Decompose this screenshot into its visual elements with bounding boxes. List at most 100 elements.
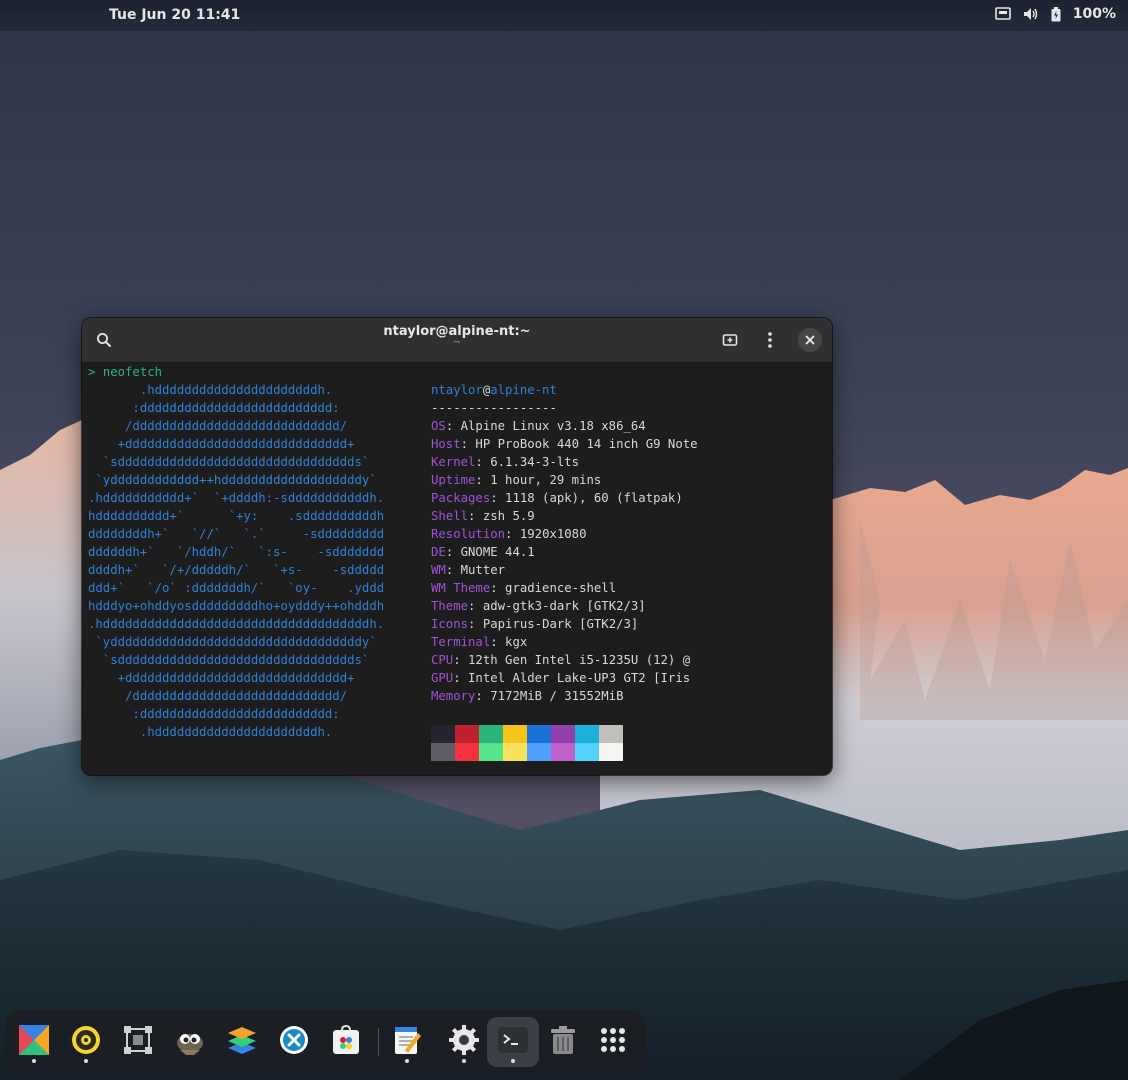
color-swatch [551,743,575,761]
info-row: Uptime: 1 hour, 29 mins [431,471,601,489]
ascii-logo-line: ddddh+` `/+/dddddh/` `+s- -sddddd [88,563,385,577]
separator-line: ----------------- [431,401,557,415]
close-icon [805,335,815,345]
color-swatch [479,725,503,743]
prompt-symbol: > [88,365,96,379]
info-value: : GNOME 44.1 [445,545,535,559]
info-row: Terminal: kgx [431,633,527,651]
info-value: : Intel Alder Lake-UP3 GT2 [Iris [453,671,691,685]
terminal-icon[interactable] [497,1024,529,1056]
info-value: : Papirus-Dark [GTK2/3] [468,617,639,631]
command-text: neofetch [102,365,163,379]
code-editor-icon[interactable] [278,1024,310,1056]
color-swatch [575,743,599,761]
terminal-headerbar[interactable]: ntaylor@alpine-nt:~ ~ [82,318,832,363]
username: ntaylor [431,383,483,397]
user-host-line: ntaylor@alpine-nt [431,381,557,399]
color-swatch [527,725,551,743]
ascii-logo-line: `ydddddddddddd++hdddddddddddddddddddy` [88,473,377,487]
color-swatch [599,725,623,743]
info-label: Resolution [431,527,506,541]
ascii-logo-line: ddd+` `/o` :dddddddh/` `oy- .yddd [88,581,385,595]
menu-button[interactable] [758,328,782,352]
ascii-logo-line: .hddddddddddddddddddddddh. [88,383,333,397]
info-label: Icons [431,617,469,631]
app-grid-icon[interactable] [597,1024,629,1056]
color-swatch [527,743,551,761]
dock-separator [378,1028,379,1056]
info-row: CPU: 12th Gen Intel i5-1235U (12) @ [431,651,690,669]
info-label: Shell [431,509,469,523]
color-swatch [599,743,623,761]
ascii-logo-line: hdddyo+ohddyosdddddddddho+oydddy++ohdddh [88,599,385,613]
info-row: OS: Alpine Linux v3.18 x86_64 [431,417,646,435]
color-swatch [455,725,479,743]
color-swatch [431,725,455,743]
gimp-icon[interactable] [174,1024,206,1056]
ascii-logo-line: `yddddddddddddddddddddddddddddddddddy` [88,635,377,649]
software-center-icon[interactable] [330,1024,362,1056]
tangram-icon[interactable] [18,1024,50,1056]
info-row: DE: GNOME 44.1 [431,543,535,561]
info-value: : 1920x1080 [505,527,587,541]
menu-icon [768,332,772,348]
info-label: Host [431,437,461,451]
info-label: Memory [431,689,476,703]
info-label: WM [431,563,446,577]
text-editor-icon[interactable] [391,1024,423,1056]
ascii-logo-line: /dddddddddddddddddddddddddddd/ [88,419,348,433]
system-tray[interactable]: 100% [994,6,1116,22]
info-row: Icons: Papirus-Dark [GTK2/3] [431,615,638,633]
info-value: : HP ProBook 440 14 inch G9 Note [460,437,698,451]
info-row: Host: HP ProBook 440 14 inch G9 Note [431,435,698,453]
hostname: alpine-nt [490,383,557,397]
color-swatch [575,725,599,743]
info-value: : 6.1.34-3-lts [475,455,580,469]
info-value: : 7172MiB / 31552MiB [475,689,624,703]
color-swatch [503,743,527,761]
new-tab-button[interactable] [718,328,742,352]
info-value: : 12th Gen Intel i5-1235U (12) @ [453,653,691,667]
rhythmbox-icon[interactable] [70,1024,102,1056]
info-row: Theme: adw-gtk3-dark [GTK2/3] [431,597,646,615]
ascii-logo-line: +dddddddddddddddddddddddddddddd+ [88,671,355,685]
info-row: WM Theme: gradience-shell [431,579,616,597]
ascii-logo-line: :dddddddddddddddddddddddddd: [88,401,340,415]
trash-icon[interactable] [547,1024,579,1056]
info-row: GPU: Intel Alder Lake-UP3 GT2 [Iris [431,669,690,687]
ascii-logo-line: `sdddddddddddddddddddddddddddddddds` [88,455,370,469]
close-button[interactable] [798,328,822,352]
info-label: OS [431,419,446,433]
info-row: Packages: 1118 (apk), 60 (flatpak) [431,489,683,507]
running-indicator [462,1059,466,1063]
network-wired-icon [994,7,1011,20]
running-indicator [405,1059,409,1063]
info-label: DE [431,545,446,559]
info-row: Shell: zsh 5.9 [431,507,535,525]
settings-icon[interactable] [448,1024,480,1056]
running-indicator [84,1059,88,1063]
layers-app-icon[interactable] [226,1024,258,1056]
new-tab-icon [722,334,738,346]
clock[interactable]: Tue Jun 20 11:41 [109,7,240,23]
terminal-window[interactable]: ntaylor@alpine-nt:~ ~ > neofetch .hddddd… [82,318,832,775]
ascii-logo-line: ddddddh+` `/hddh/` `:s- -sddddddd [88,545,385,559]
info-label: CPU [431,653,454,667]
info-row: Memory: 7172MiB / 31552MiB [431,687,624,705]
ascii-logo-line: .hddddddddddddddddddddddddddddddddddddh. [88,617,385,631]
ascii-logo-line: .hddddddddddddddddddddddh. [88,725,333,739]
screenshot-tool-icon[interactable] [122,1024,154,1056]
info-value: : gradience-shell [490,581,617,595]
color-swatch [455,743,479,761]
info-value: : Mutter [445,563,506,577]
info-value: : 1 hour, 29 mins [475,473,602,487]
info-row: WM: Mutter [431,561,505,579]
info-label: WM Theme [431,581,491,595]
color-swatch [551,725,575,743]
ascii-logo-line: `sdddddddddddddddddddddddddddddddds` [88,653,370,667]
dock [5,1010,646,1076]
running-indicator [511,1059,515,1063]
terminal-output[interactable]: > neofetch .hddddddddddddddddddddddh. :d… [82,363,832,775]
info-label: Packages [431,491,491,505]
ascii-logo-line: ddddddddh+` `//` `.` -sddddddddd [88,527,385,541]
